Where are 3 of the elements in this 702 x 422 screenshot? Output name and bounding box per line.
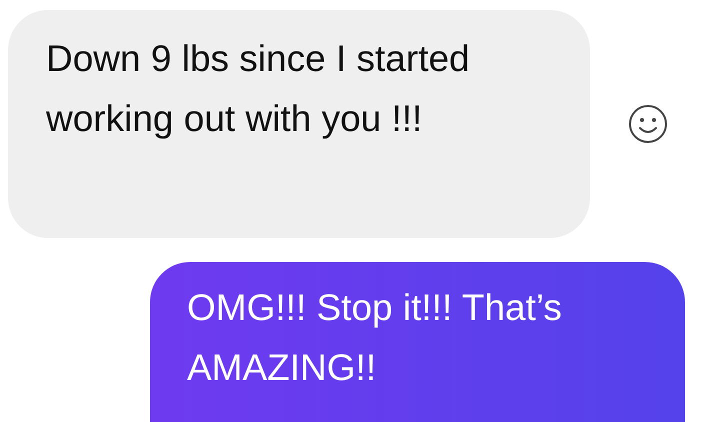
received-message: Down 9 lbs since I started working out with you !!! (8, 10, 590, 238)
smiley-icon[interactable] (626, 102, 670, 146)
sent-message: OMG!!! Stop it!!! That’s AMAZING!! (150, 262, 685, 422)
